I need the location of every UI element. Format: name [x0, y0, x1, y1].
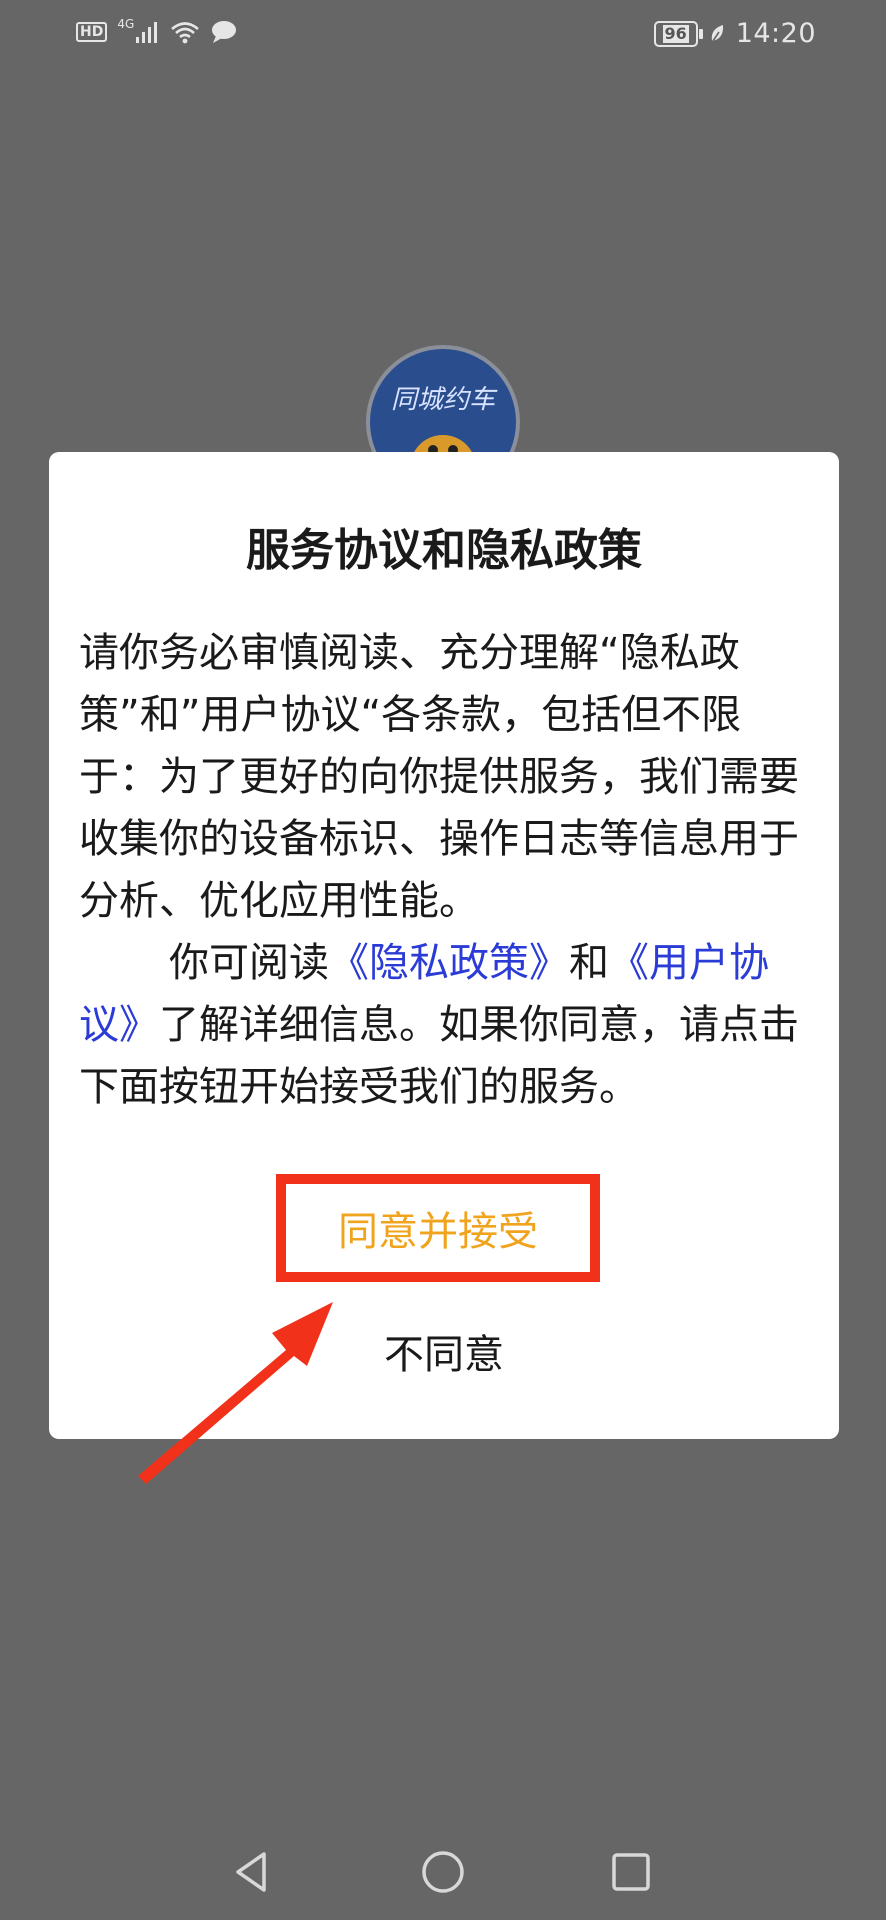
- message-icon: [210, 20, 238, 44]
- dialog-paragraph-1: 请你务必审慎阅读、充分理解“隐私政策”和”用户协议“各条款，包括但不限于：为了更…: [79, 630, 799, 924]
- dialog-paragraph-2-and: 和: [569, 940, 609, 986]
- dialog-title: 服务协议和隐私政策: [246, 525, 642, 576]
- signal-icon: 4G: [117, 17, 160, 43]
- dialog-paragraph-2-prefix: 你可阅读: [169, 940, 329, 986]
- recents-icon[interactable]: [601, 1842, 661, 1902]
- app-logo-text: 同城约车: [390, 385, 495, 415]
- battery-icon: 96: [653, 20, 703, 47]
- network-label: 4G: [117, 17, 135, 31]
- home-icon[interactable]: [413, 1842, 473, 1902]
- privacy-dialog: 服务协议和隐私政策 请你务必审慎阅读、充分理解“隐私政策”和”用户协议“各条款，…: [49, 452, 839, 1439]
- status-bar: HD 4G 96 14:20: [0, 0, 886, 70]
- back-icon[interactable]: [222, 1842, 282, 1902]
- dialog-body: 请你务必审慎阅读、充分理解“隐私政策”和”用户协议“各条款，包括但不限于：为了更…: [79, 622, 809, 1118]
- status-left: HD 4G: [76, 17, 238, 44]
- privacy-policy-link[interactable]: 《隐私政策》: [329, 940, 569, 986]
- disagree-button[interactable]: 不同意: [49, 1322, 839, 1380]
- agree-highlight-box: 同意并接受: [276, 1174, 600, 1282]
- navigation-bar: [0, 1830, 886, 1920]
- status-right: 96 14:20: [653, 18, 816, 49]
- hd-icon: HD: [76, 22, 108, 42]
- battery-level: 96: [662, 23, 689, 43]
- clock: 14:20: [735, 18, 816, 49]
- leaf-icon: [708, 23, 726, 45]
- wifi-icon: [170, 20, 200, 44]
- agree-button[interactable]: 同意并接受: [338, 1199, 538, 1257]
- dialog-paragraph-2-suffix: 了解详细信息。如果你同意，请点击下面按钮开始接受我们的服务。: [79, 1002, 799, 1110]
